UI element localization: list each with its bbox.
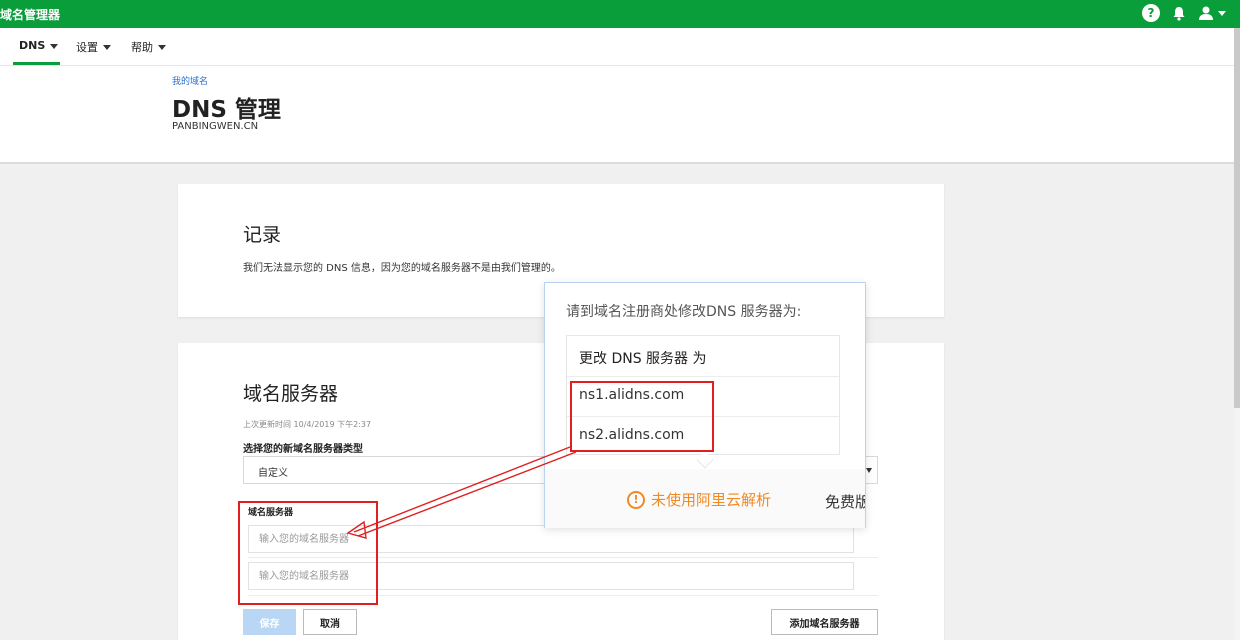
nameserver-type-label: 选择您的新域名服务器类型 [243, 444, 363, 455]
user-icon [1199, 6, 1213, 20]
add-nameserver-button[interactable]: 添加域名服务器 [771, 609, 878, 635]
dns-warning: ! 未使用阿里云解析 [627, 489, 771, 510]
chevron-down-icon [103, 45, 111, 50]
top-bar: 域名管理器 ? [0, 0, 1240, 28]
annotation-box [238, 501, 378, 605]
scrollbar-thumb[interactable] [1234, 28, 1240, 408]
nav-item-settings[interactable]: 设置 [76, 39, 111, 55]
save-button[interactable]: 保存 [243, 609, 296, 635]
page-header: 我的域名 DNS 管理 PANBINGWEN.CN [0, 66, 1240, 164]
nav-item-label: 设置 [76, 41, 98, 54]
domain-name: PANBINGWEN.CN [172, 121, 259, 132]
free-version-text: 免费版 [825, 493, 865, 511]
nav-bar: DNS 设置 帮助 [0, 28, 1240, 66]
topbar-icons: ? [1142, 4, 1226, 22]
app-title: 域名管理器 [0, 8, 61, 22]
records-description: 我们无法显示您的 DNS 信息，因为您的域名服务器不是由我们管理的。 [243, 263, 561, 274]
chevron-down-icon [50, 43, 59, 49]
bell-icon[interactable] [1170, 4, 1188, 22]
help-icon[interactable]: ? [1142, 4, 1160, 22]
last-updated-text: 上次更新时间 10/4/2019 下午2:37 [243, 420, 372, 429]
annotation-box [570, 381, 714, 452]
active-tab-indicator [13, 62, 60, 65]
breadcrumb[interactable]: 我的域名 [172, 74, 208, 87]
nav-item-dns[interactable]: DNS [19, 39, 59, 52]
chevron-down-icon [866, 468, 872, 473]
nav-item-label: DNS [19, 39, 46, 52]
divider [567, 376, 839, 377]
chevron-down-icon [1218, 10, 1226, 16]
table-header: 更改 DNS 服务器 为 [579, 351, 707, 367]
nav-item-label: 帮助 [131, 41, 153, 54]
cancel-button[interactable]: 取消 [303, 609, 357, 635]
popup-footer: ! 未使用阿里云解析 免费版 [545, 469, 865, 528]
warning-icon: ! [627, 490, 645, 509]
warning-text: 未使用阿里云解析 [651, 491, 772, 509]
popup-heading: 请到域名注册商处修改DNS 服务器为: [566, 304, 802, 320]
nav-item-help[interactable]: 帮助 [131, 39, 166, 55]
user-menu[interactable] [1198, 5, 1226, 21]
nameservers-title: 域名服务器 [243, 383, 339, 405]
chevron-down-icon [158, 45, 166, 50]
records-title: 记录 [243, 224, 282, 246]
page-title: DNS 管理 [172, 97, 281, 123]
nameserver-type-value: 自定义 [258, 468, 288, 479]
page-scrollbar[interactable] [1234, 28, 1240, 640]
